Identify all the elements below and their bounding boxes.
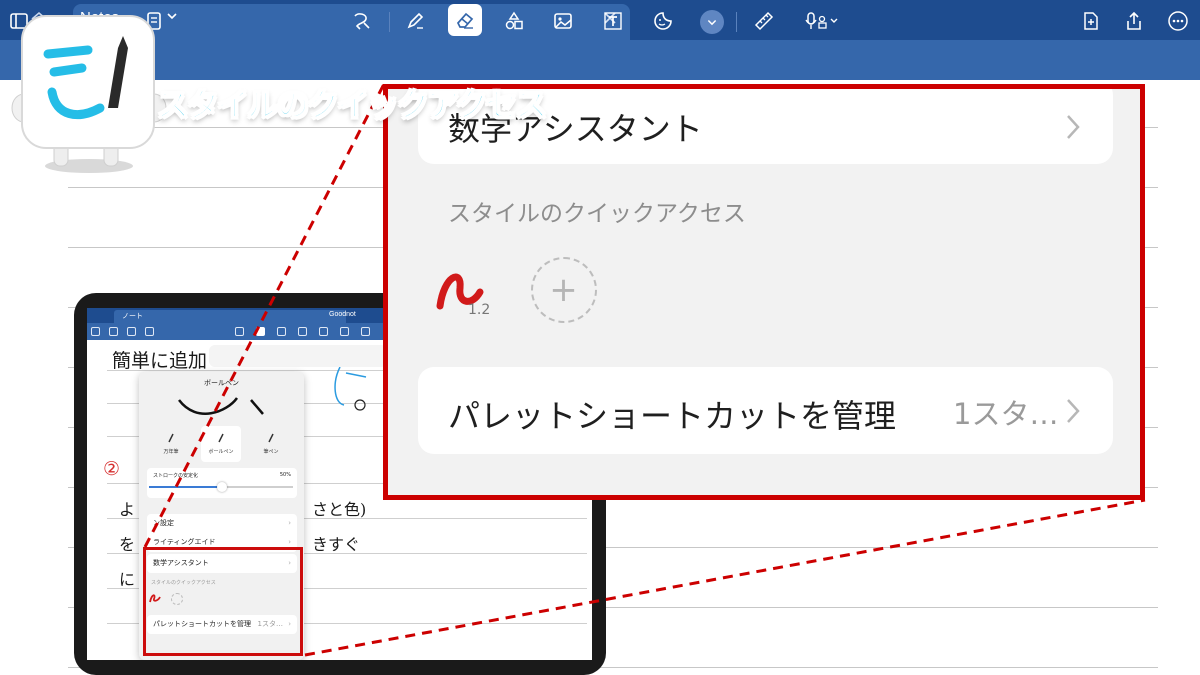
handwriting-line4: に — [119, 570, 136, 589]
pen-option-label: ボールペン — [208, 449, 234, 455]
chevron-right-icon — [1067, 399, 1080, 423]
ipad-lasso-icon — [235, 327, 244, 336]
text-box-icon[interactable] — [598, 6, 628, 36]
ipad-search-icon — [109, 327, 118, 336]
toolbar — [0, 40, 1200, 80]
pen-icon[interactable] — [400, 6, 430, 36]
toolbar-divider — [389, 12, 390, 32]
stroke-value: 50% — [279, 472, 291, 478]
pen-option-fountain[interactable]: 万年筆 — [151, 426, 191, 462]
handwriting-circled-number: ② — [103, 458, 121, 480]
stroke-slider-fill — [149, 486, 221, 488]
row-label: ライティングエイド — [153, 538, 216, 546]
manage-shortcut-label: パレットショートカットを管理 — [448, 397, 897, 435]
sticker-icon[interactable] — [648, 6, 678, 36]
mascot-icon — [11, 15, 167, 173]
ipad-text-box-icon — [340, 327, 349, 336]
pen-option-label: 筆ペン — [263, 449, 279, 455]
image-icon[interactable] — [548, 6, 578, 36]
stroke-label: ストロークの安定化 — [153, 473, 199, 479]
ruler-icon[interactable] — [749, 6, 779, 36]
plus-icon: + — [549, 270, 578, 310]
pen-options-row — [209, 345, 387, 367]
quick-access-label: スタイルのクイックアクセス — [448, 201, 746, 227]
ipad-sticker-icon — [361, 327, 370, 336]
ipad-undo-icon — [127, 327, 136, 336]
shapes-icon[interactable] — [499, 6, 529, 36]
zoom-callout: 数学アシスタント スタイルのクイックアクセス 1.2 + パレットショートカット… — [383, 84, 1145, 500]
more-tools-chevron-icon[interactable] — [700, 10, 724, 34]
caption-heading: スタイルのクイックアクセス — [156, 85, 548, 125]
manage-shortcut-value: 1スタ… — [953, 397, 1059, 431]
pen-option-ballpoint[interactable]: ボールペン — [201, 426, 241, 462]
handwriting-line3b: きすぐ — [312, 535, 361, 554]
ipad-document-tab — [114, 310, 346, 323]
ipad-tab-right: Goodnot — [329, 311, 356, 318]
ipad-image-icon — [319, 327, 328, 336]
ipad-pen-icon — [256, 327, 265, 336]
share-icon[interactable] — [1119, 6, 1149, 36]
ipad-page-icon — [145, 327, 154, 336]
handwriting-line2: よ — [119, 500, 136, 519]
add-quick-style-button[interactable]: + — [531, 257, 597, 323]
ipad-sidebar-icon — [91, 327, 100, 336]
handwriting-line2b: さと色) — [312, 500, 367, 519]
stroke-size-label: 1.2 — [468, 302, 491, 318]
row-label: ン設定 — [153, 519, 174, 527]
popover-title: ボールペン — [204, 379, 239, 387]
add-page-icon[interactable] — [1076, 6, 1106, 36]
chevron-right-icon — [1067, 115, 1080, 139]
ipad-tab-title: ノート — [122, 313, 143, 320]
pen-settings-row[interactable]: ン設定 › — [147, 514, 297, 533]
pen-option-brush[interactable]: 筆ペン — [251, 426, 291, 462]
stroke-slider-knob[interactable] — [217, 482, 227, 492]
ipad-shapes-icon — [298, 327, 307, 336]
microphone-icon[interactable] — [800, 6, 844, 36]
toolbar-divider — [736, 12, 737, 32]
lasso-icon[interactable] — [346, 6, 376, 36]
highlight-frame-small — [143, 547, 303, 656]
eraser-icon[interactable] — [448, 4, 482, 36]
ipad-eraser-icon — [277, 327, 286, 336]
handwriting-line1: 簡単に追加 — [112, 350, 208, 372]
stroke-preview — [178, 397, 264, 415]
handwriting-line3: を — [119, 535, 136, 554]
pen-option-label: 万年筆 — [163, 449, 179, 455]
more-icon[interactable] — [1163, 6, 1193, 36]
manage-shortcut-row[interactable]: パレットショートカットを管理 1スタ… — [418, 367, 1113, 454]
